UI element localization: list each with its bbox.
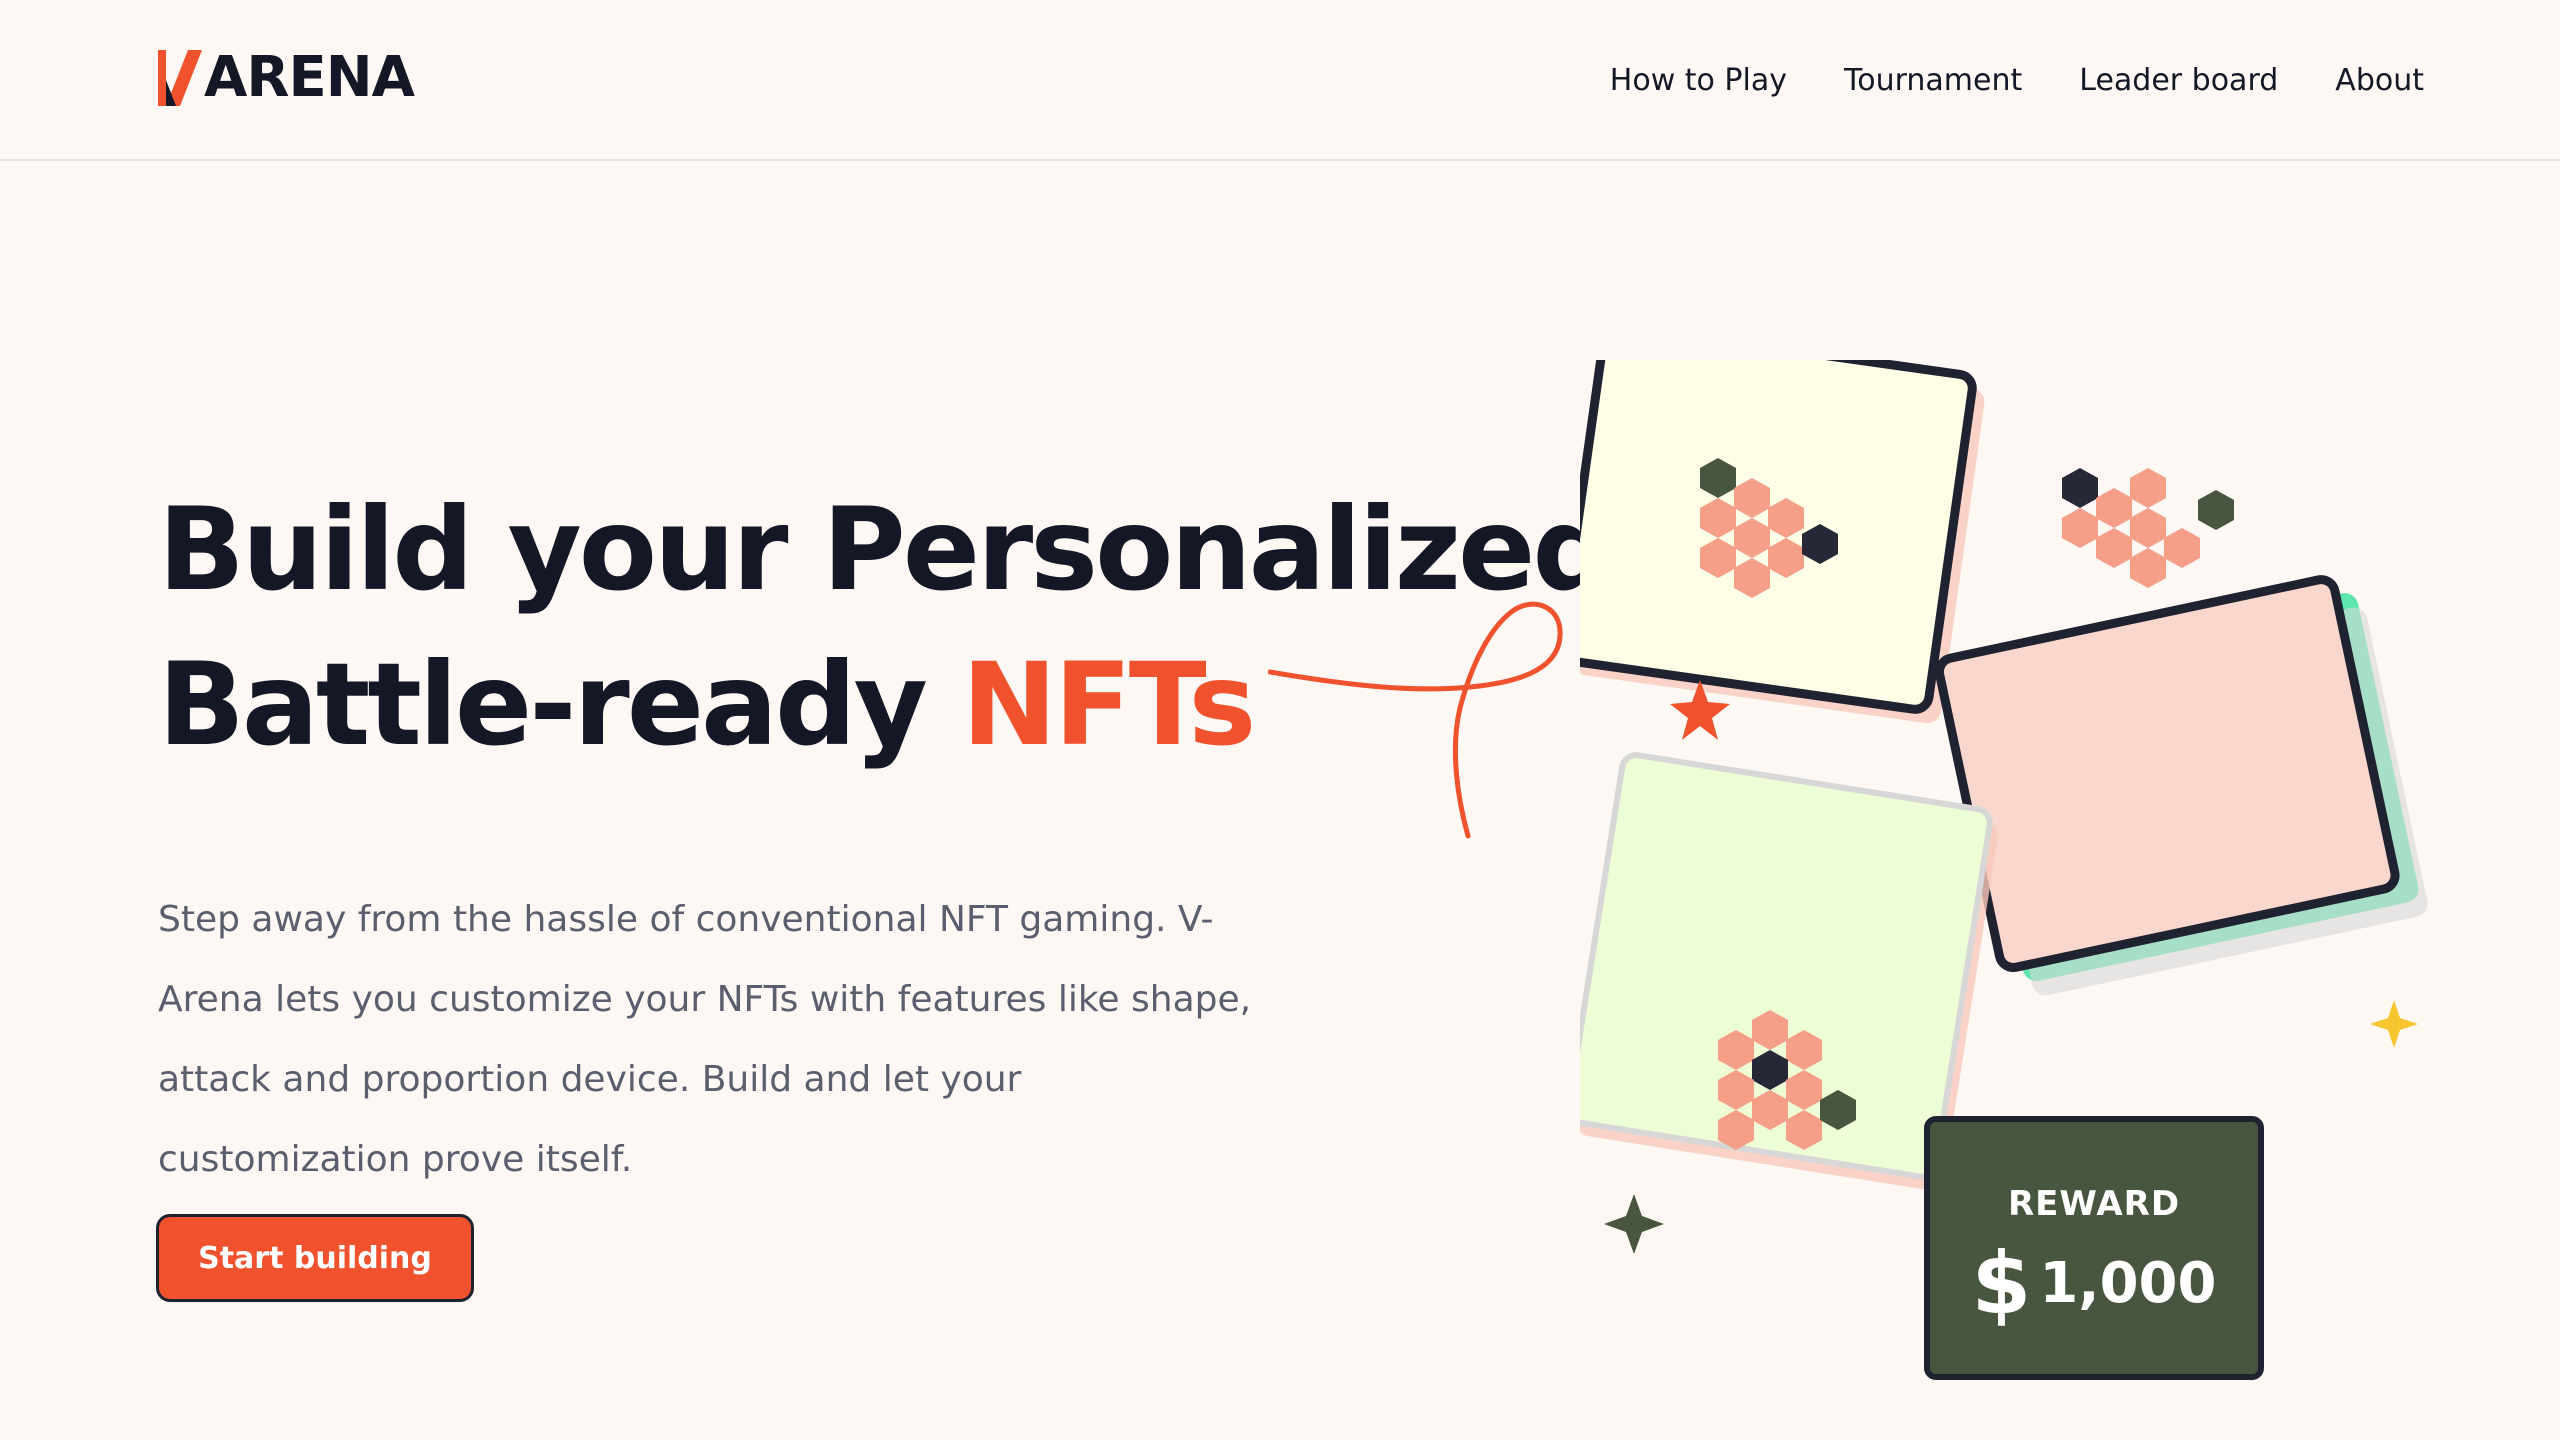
star-yellow-icon	[2370, 1000, 2418, 1048]
logo[interactable]: ARENA	[158, 45, 415, 110]
reward-currency: $	[1971, 1234, 2032, 1334]
nft-card-top	[1580, 360, 1985, 724]
headline-line-2: Battle-ready	[158, 638, 962, 771]
nav-how-to-play[interactable]: How to Play	[1610, 58, 1787, 104]
landing-page: ARENA How to Play Tournament Leader boar…	[0, 0, 2560, 1440]
nft-card-right	[1934, 468, 2428, 996]
nav-leader-board[interactable]: Leader board	[2079, 58, 2278, 104]
main-nav: How to Play Tournament Leader board Abou…	[1610, 58, 2424, 104]
reward-card: REWARD $ 1,000	[1924, 1116, 2264, 1380]
reward-label: REWARD	[2007, 1184, 2181, 1224]
scribble-decoration	[1268, 601, 1563, 839]
hero-description: Step away from the hassle of conventiona…	[158, 899, 1252, 1180]
reward-value: 1,000	[2039, 1251, 2217, 1316]
reward-amount: $ 1,000	[1930, 1234, 2258, 1334]
logo-text: ARENA	[204, 45, 415, 110]
hex-cluster-right	[2062, 468, 2234, 588]
site-header: ARENA How to Play Tournament Leader boar…	[0, 0, 2560, 161]
star-green-icon	[1604, 1194, 1664, 1254]
headline-accent: NFTs	[961, 638, 1257, 771]
nav-tournament[interactable]: Tournament	[1844, 58, 2022, 104]
start-building-button[interactable]: Start building	[156, 1214, 474, 1302]
logo-mark-icon	[158, 50, 202, 106]
nav-about[interactable]: About	[2335, 58, 2424, 104]
headline-line-1: Build your Personalized	[158, 483, 1614, 616]
